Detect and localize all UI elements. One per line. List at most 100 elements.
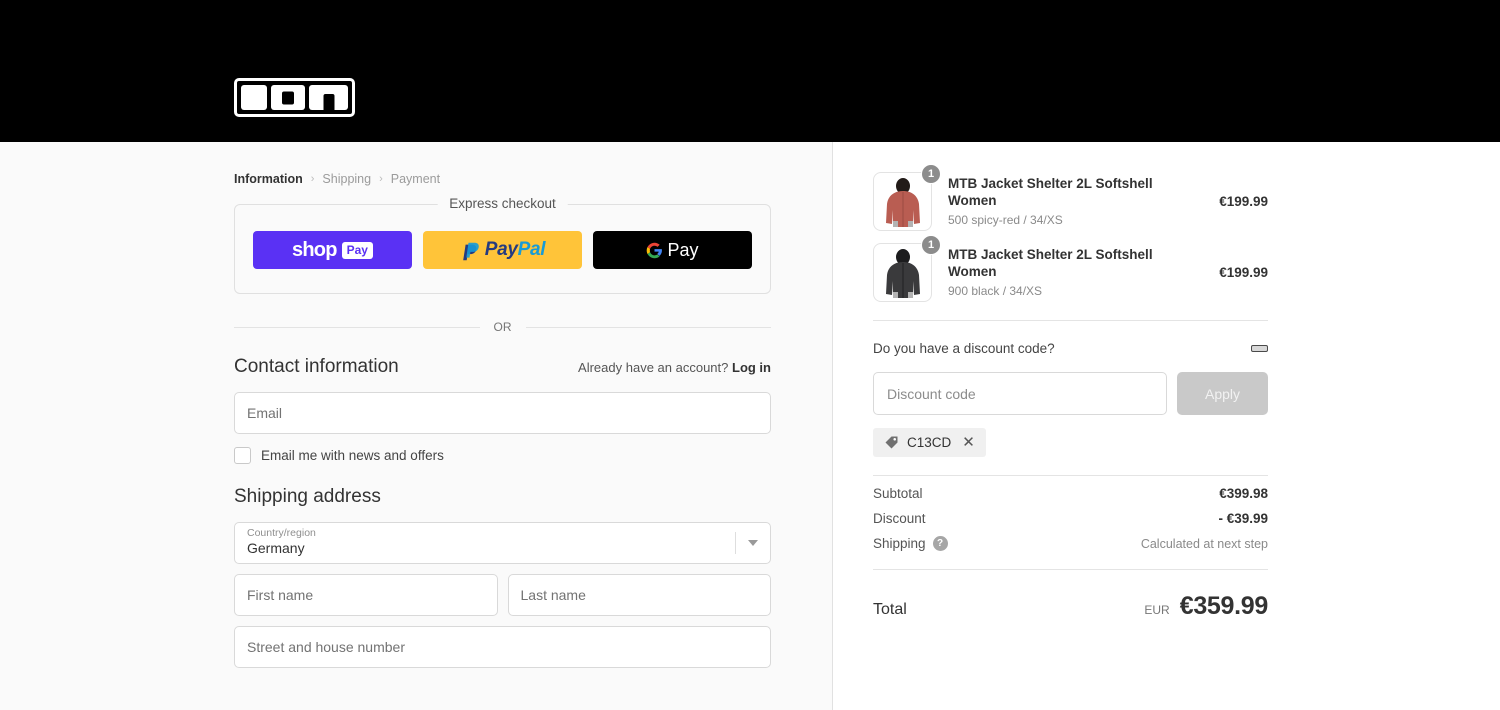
shipping-label-group: Shipping ? xyxy=(873,536,948,551)
email-field-placeholder: Email xyxy=(247,405,283,421)
close-icon[interactable]: ✕ xyxy=(962,435,975,450)
discount-code-input[interactable]: Discount code xyxy=(873,372,1167,415)
country-region-caret-group xyxy=(735,523,758,563)
totals-divider-top xyxy=(873,475,1268,476)
site-header xyxy=(0,0,1500,142)
line-item-info: MTB Jacket Shelter 2L Softshell Women 50… xyxy=(948,176,1209,228)
breadcrumb-item-shipping[interactable]: Shipping xyxy=(322,172,371,186)
contact-information-header: Contact information Already have an acco… xyxy=(234,356,771,378)
checkout-form-pane: Information › Shipping › Payment Express… xyxy=(0,142,833,710)
logo-letter-i xyxy=(241,85,267,110)
breadcrumb-separator-icon: › xyxy=(310,173,315,185)
google-g-icon xyxy=(646,242,663,259)
order-summary-pane: 1 MTB Jacket Shelter 2L Softshell Women … xyxy=(833,142,1500,710)
or-divider-label: OR xyxy=(493,320,512,334)
street-address-field[interactable]: Street and house number xyxy=(234,626,771,668)
logo-letter-n xyxy=(309,85,348,110)
discount-section-header[interactable]: Do you have a discount code? xyxy=(873,341,1268,356)
breadcrumb-separator-icon: › xyxy=(379,173,383,185)
log-in-link[interactable]: Log in xyxy=(732,360,771,375)
google-pay-label: Pay xyxy=(667,239,699,260)
breadcrumb: Information › Shipping › Payment xyxy=(234,172,771,186)
line-item-variant: 500 spicy-red / 34/XS xyxy=(948,213,1063,228)
name-fields-row: First name Last name xyxy=(234,574,771,616)
minus-collapse-icon[interactable] xyxy=(1251,345,1268,352)
ion-logo[interactable] xyxy=(234,78,355,117)
last-name-placeholder: Last name xyxy=(520,587,586,603)
paypal-icon xyxy=(460,239,479,261)
tag-icon xyxy=(884,435,899,450)
line-item-price: €199.99 xyxy=(1219,265,1268,280)
country-region-text-group: Country/region Germany xyxy=(247,528,316,557)
discount-value: - €39.99 xyxy=(1218,511,1268,526)
street-field-row: Street and house number xyxy=(234,626,771,668)
totals-list: Subtotal €399.98 Discount - €39.99 Shipp… xyxy=(873,486,1268,551)
grand-total-label: Total xyxy=(873,601,907,618)
shipping-address-title: Shipping address xyxy=(234,486,381,507)
line-item-price: €199.99 xyxy=(1219,194,1268,209)
grand-total-row: Total EUR €359.99 xyxy=(873,592,1268,621)
first-name-field[interactable]: First name xyxy=(234,574,498,616)
newsletter-checkbox[interactable] xyxy=(234,447,251,464)
grand-total-amount-group: EUR €359.99 xyxy=(1144,592,1268,621)
discount-question-label: Do you have a discount code? xyxy=(873,341,1055,356)
discount-code-placeholder: Discount code xyxy=(887,385,976,402)
first-name-placeholder: First name xyxy=(247,587,314,603)
grand-total-currency: EUR xyxy=(1144,603,1170,617)
contact-information-title: Contact information xyxy=(234,356,399,377)
line-item-quantity-badge: 1 xyxy=(921,164,941,184)
totals-row-discount: Discount - €39.99 xyxy=(873,511,1268,526)
grand-total-amount: €359.99 xyxy=(1179,592,1269,620)
breadcrumb-item-information[interactable]: Information xyxy=(234,172,303,186)
shop-pay-button[interactable]: shop Pay xyxy=(253,231,412,269)
line-item-title: MTB Jacket Shelter 2L Softshell Women xyxy=(948,175,1153,208)
breadcrumb-item-payment[interactable]: Payment xyxy=(391,172,440,186)
subtotal-value: €399.98 xyxy=(1219,486,1268,501)
line-item-variant: 900 black / 34/XS xyxy=(948,284,1043,299)
checkout-page: Information › Shipping › Payment Express… xyxy=(0,142,1500,710)
question-mark-icon[interactable]: ? xyxy=(932,536,948,551)
shipping-label: Shipping xyxy=(873,536,926,551)
or-divider: OR xyxy=(234,320,771,334)
account-note-text: Already have an account? xyxy=(578,360,729,375)
chevron-down-icon[interactable] xyxy=(748,540,758,546)
select-divider xyxy=(735,532,736,554)
applied-discount-chip: C13CD ✕ xyxy=(873,428,986,457)
apply-discount-button[interactable]: Apply xyxy=(1177,372,1268,415)
shipping-address-header: Shipping address xyxy=(234,486,771,508)
paypal-label: PayPal xyxy=(484,239,546,260)
subtotal-label: Subtotal xyxy=(873,486,923,501)
summary-divider xyxy=(873,320,1268,321)
country-region-value: Germany xyxy=(247,540,305,557)
newsletter-checkbox-row[interactable]: Email me with news and offers xyxy=(234,447,771,464)
discount-input-row: Discount code Apply xyxy=(873,372,1268,415)
shop-pay-chip-label: Pay xyxy=(341,241,373,259)
newsletter-checkbox-label: Email me with news and offers xyxy=(261,448,444,463)
divider-line-right xyxy=(525,326,771,328)
google-pay-button[interactable]: Pay xyxy=(593,231,752,269)
email-field[interactable]: Email xyxy=(234,392,771,434)
line-item: 1 MTB Jacket Shelter 2L Softshell Women … xyxy=(873,164,1268,231)
ion-logo-glyphs xyxy=(237,81,352,114)
street-address-placeholder: Street and house number xyxy=(247,639,405,655)
last-name-field[interactable]: Last name xyxy=(507,574,771,616)
line-item: 1 MTB Jacket Shelter 2L Softshell Women … xyxy=(873,235,1268,302)
line-item-thumb-wrap: 1 xyxy=(873,164,941,231)
totals-row-subtotal: Subtotal €399.98 xyxy=(873,486,1268,501)
divider-line-left xyxy=(234,326,480,328)
express-checkout-legend: Express checkout xyxy=(437,196,568,211)
totals-divider-bottom xyxy=(873,569,1268,570)
logo-letter-o xyxy=(271,85,305,110)
country-region-label: Country/region xyxy=(247,527,316,540)
paypal-button[interactable]: PayPal xyxy=(423,231,582,269)
discount-label: Discount xyxy=(873,511,926,526)
line-item-info: MTB Jacket Shelter 2L Softshell Women 90… xyxy=(948,247,1209,299)
country-region-select[interactable]: Country/region Germany xyxy=(234,522,771,564)
shipping-value: Calculated at next step xyxy=(1140,536,1268,551)
line-item-title: MTB Jacket Shelter 2L Softshell Women xyxy=(948,246,1153,279)
shop-pay-label: shop xyxy=(292,238,337,261)
applied-discount-chips: C13CD ✕ xyxy=(873,428,1268,457)
account-note: Already have an account? Log in xyxy=(578,360,771,375)
totals-row-shipping: Shipping ? Calculated at next step xyxy=(873,536,1268,551)
express-checkout-buttons: shop Pay PayPal Pay xyxy=(253,231,752,269)
